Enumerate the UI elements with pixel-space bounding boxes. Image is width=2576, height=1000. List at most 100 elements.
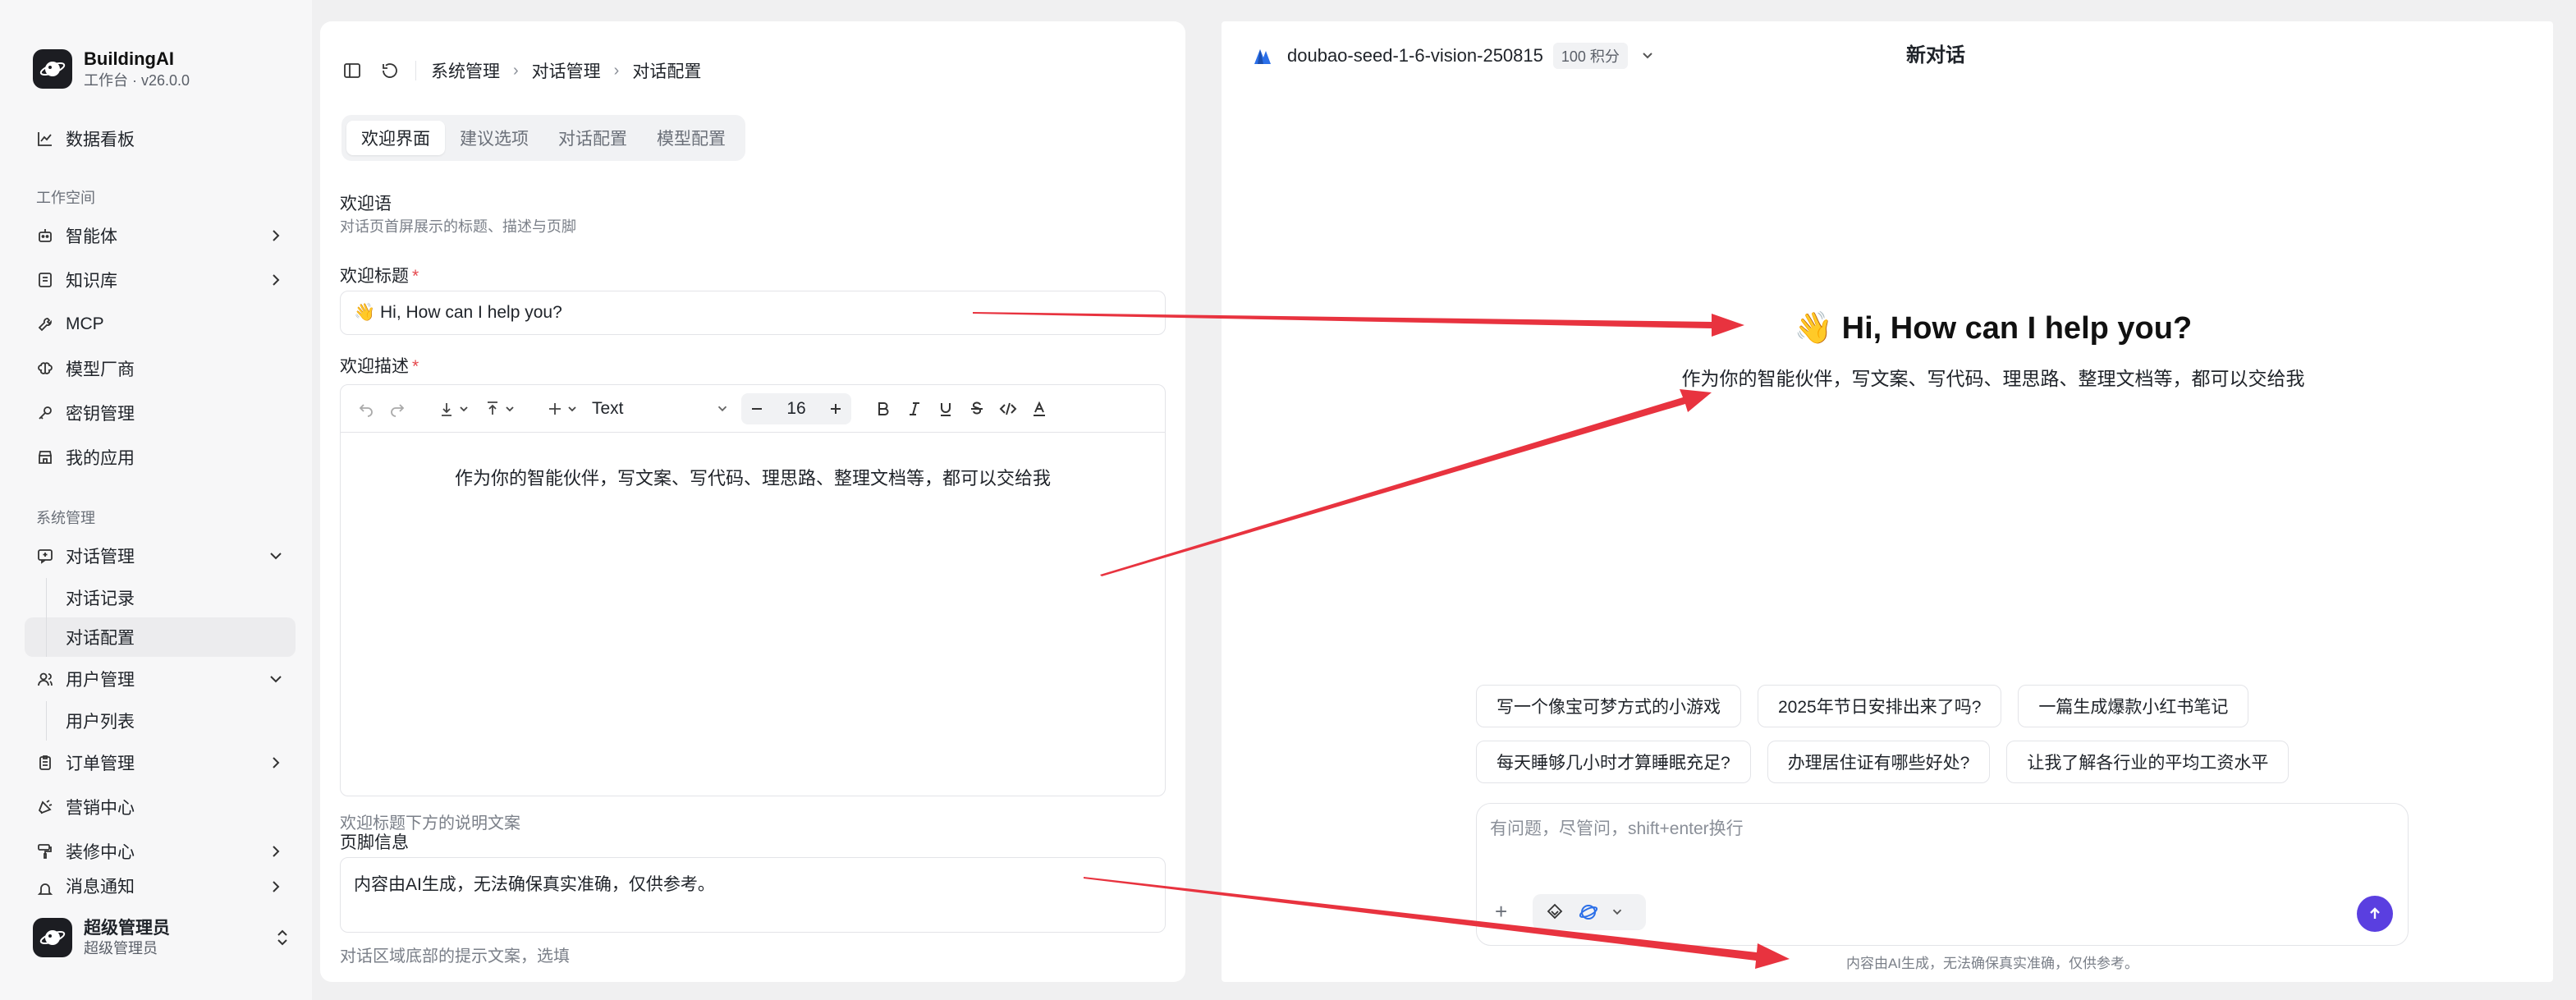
sidebar-subitem-conversation-config[interactable]: 对话配置 bbox=[25, 617, 296, 657]
brand-name: BuildingAI bbox=[84, 48, 174, 69]
minus-icon[interactable] bbox=[741, 393, 772, 424]
book-icon bbox=[36, 271, 54, 289]
chat-title: 新对话 bbox=[1906, 44, 1965, 67]
label-text: 欢迎标题 bbox=[340, 267, 409, 286]
suggestion-chip[interactable]: 让我了解各行业的平均工资水平 bbox=[2006, 741, 2290, 783]
sidebar-item-label: 消息通知 bbox=[66, 878, 135, 897]
breadcrumb-current: 对话配置 bbox=[632, 62, 702, 81]
italic-icon[interactable] bbox=[899, 393, 930, 424]
sidebar: BuildingAI 工作台 · v26.0.0 数据看板 工作空间 智能体 知… bbox=[0, 0, 312, 1000]
brand[interactable]: BuildingAI 工作台 · v26.0.0 bbox=[33, 48, 190, 90]
sidebar-item-label: 知识库 bbox=[66, 272, 117, 291]
breadcrumb-separator: › bbox=[513, 61, 519, 80]
footer-hint: 对话区域底部的提示文案，选填 bbox=[340, 947, 570, 966]
sidebar-item-label: 对话管理 bbox=[66, 548, 135, 567]
chart-icon bbox=[36, 130, 54, 148]
undo-icon[interactable] bbox=[351, 393, 382, 424]
tab-model-config[interactable]: 模型配置 bbox=[642, 121, 740, 155]
suggestion-chips: 写一个像宝可梦方式的小游戏 2025年节日安排出来了吗? 一篇生成爆款小红书笔记… bbox=[1476, 685, 2461, 796]
tab-suggestions[interactable]: 建议选项 bbox=[445, 121, 543, 155]
user-role: 超级管理员 bbox=[84, 940, 158, 956]
attach-plus-icon[interactable]: + bbox=[1495, 899, 1507, 924]
align-top-icon[interactable] bbox=[479, 393, 525, 424]
tools-toggle[interactable] bbox=[1533, 894, 1646, 930]
arrow-up-icon bbox=[2370, 907, 2380, 919]
chevron-right-icon bbox=[273, 230, 280, 241]
chat-footnote: 内容由AI生成，无法确保真实准确，仅供参考。 bbox=[1845, 956, 2139, 971]
code-icon[interactable] bbox=[992, 393, 1024, 424]
font-size-stepper: 16 bbox=[741, 392, 851, 424]
robot-icon bbox=[36, 227, 54, 245]
sidebar-item-mcp[interactable]: MCP bbox=[25, 302, 296, 346]
redo-icon[interactable] bbox=[382, 393, 413, 424]
chevron-right-icon bbox=[273, 274, 280, 286]
strikethrough-icon[interactable] bbox=[961, 393, 992, 424]
sidebar-item-conversation-mgmt[interactable]: 对话管理 bbox=[25, 534, 296, 578]
users-icon bbox=[36, 670, 54, 688]
refresh-icon[interactable] bbox=[378, 58, 402, 83]
sidebar-item-keys[interactable]: 密钥管理 bbox=[25, 391, 296, 435]
breadcrumb-item[interactable]: 对话管理 bbox=[532, 58, 601, 83]
send-button[interactable] bbox=[2357, 896, 2393, 932]
sidebar-subitem-conversation-records[interactable]: 对话记录 bbox=[25, 578, 296, 617]
sidebar-item-my-apps[interactable]: 我的应用 bbox=[25, 435, 296, 479]
megaphone-icon bbox=[36, 798, 54, 816]
sidebar-item-dashboard[interactable]: 数据看板 bbox=[25, 117, 296, 161]
editor-toolbar: Text 16 bbox=[341, 385, 1165, 433]
sidebar-item-user-mgmt[interactable]: 用户管理 bbox=[25, 657, 296, 701]
editor-content[interactable]: 作为你的智能伙伴，写文案、写代码、理思路、整理文档等，都可以交给我 bbox=[341, 433, 1165, 490]
footer-label: 页脚信息 bbox=[340, 833, 409, 852]
breadcrumb-item[interactable]: 系统管理 bbox=[431, 58, 500, 83]
sidebar-item-order-mgmt[interactable]: 订单管理 bbox=[25, 741, 296, 785]
sidebar-item-agents[interactable]: 智能体 bbox=[25, 213, 296, 258]
suggestion-chip[interactable]: 写一个像宝可梦方式的小游戏 bbox=[1476, 685, 1741, 727]
workspace-nav: 工作空间 智能体 知识库 MCP 模型厂商 密钥管理 我的应用 bbox=[25, 181, 296, 479]
insert-plus-icon[interactable] bbox=[541, 393, 587, 424]
user-name: 超级管理员 bbox=[84, 919, 170, 938]
sidebar-item-decoration[interactable]: 装修中心 bbox=[25, 829, 296, 874]
sidebar-item-label: 智能体 bbox=[66, 227, 117, 246]
suggestion-chip[interactable]: 2025年节日安排出来了吗? bbox=[1758, 685, 2002, 727]
sidebar-nav: 数据看板 bbox=[25, 117, 296, 161]
chat-input[interactable]: 有问题，尽管问，shift+enter换行 bbox=[1490, 815, 1744, 840]
align-bottom-icon[interactable] bbox=[433, 393, 479, 424]
topbar: 系统管理 › 对话管理 › 对话配置 bbox=[340, 54, 701, 87]
user-menu[interactable]: 超级管理员 超级管理员 bbox=[33, 918, 296, 957]
suggestion-chip[interactable]: 一篇生成爆款小红书笔记 bbox=[2018, 685, 2249, 727]
font-size-value[interactable]: 16 bbox=[772, 399, 820, 419]
sidebar-item-label: 我的应用 bbox=[66, 449, 135, 468]
chevrons-up-down-icon bbox=[277, 929, 287, 946]
block-type-select[interactable]: Text bbox=[587, 399, 735, 419]
suggestion-chip[interactable]: 办理居住证有哪些好处? bbox=[1767, 741, 1991, 783]
tab-welcome[interactable]: 欢迎界面 bbox=[346, 121, 445, 155]
sidebar-item-label: 模型厂商 bbox=[66, 360, 135, 379]
sidebar-item-notifications[interactable]: 消息通知 bbox=[25, 874, 296, 898]
avatar bbox=[33, 918, 72, 957]
chevron-down-icon bbox=[1612, 909, 1622, 915]
underline-icon[interactable] bbox=[930, 393, 961, 424]
plus-icon[interactable] bbox=[820, 393, 851, 424]
sidebar-item-label: 订单管理 bbox=[66, 755, 135, 773]
suggestion-chip[interactable]: 每天睡够几小时才算睡眠充足? bbox=[1476, 741, 1751, 783]
welcome-title: 👋 Hi, How can I help you? bbox=[1794, 311, 2193, 346]
tab-conversation-config[interactable]: 对话配置 bbox=[543, 121, 642, 155]
welcome-desc-editor: Text 16 作为你的智能伙伴，写文案、写代码、理思路、整理文档等，都可以交给… bbox=[340, 384, 1166, 796]
brand-logo bbox=[33, 49, 72, 89]
sidebar-item-label: 营销中心 bbox=[66, 799, 135, 818]
sidebar-toggle-icon[interactable] bbox=[340, 58, 364, 83]
sidebar-subitem-user-list[interactable]: 用户列表 bbox=[25, 701, 296, 741]
footer-textarea[interactable]: 内容由AI生成，无法确保真实准确，仅供参考。 bbox=[340, 857, 1166, 933]
welcome-title-label: 欢迎标题 * bbox=[340, 263, 419, 287]
sidebar-item-knowledge[interactable]: 知识库 bbox=[25, 258, 296, 302]
chevron-down-icon bbox=[270, 676, 282, 683]
welcome-title-input[interactable]: 👋 Hi, How can I help you? bbox=[340, 291, 1166, 335]
sidebar-item-model-vendors[interactable]: 模型厂商 bbox=[25, 346, 296, 391]
sidebar-item-marketing[interactable]: 营销中心 bbox=[25, 785, 296, 829]
text-color-icon[interactable] bbox=[1024, 393, 1055, 424]
config-panel: 系统管理 › 对话管理 › 对话配置 欢迎界面 建议选项 对话配置 模型配置 欢… bbox=[320, 21, 1185, 982]
brand-version: 工作台 · v26.0.0 bbox=[84, 72, 190, 89]
sidebar-item-label: 用户管理 bbox=[66, 671, 135, 690]
chevron-right-icon bbox=[273, 757, 280, 768]
welcome-description: 作为你的智能伙伴，写文案、写代码、理思路、整理文档等，都可以交给我 bbox=[1681, 368, 2305, 389]
bold-icon[interactable] bbox=[868, 393, 899, 424]
